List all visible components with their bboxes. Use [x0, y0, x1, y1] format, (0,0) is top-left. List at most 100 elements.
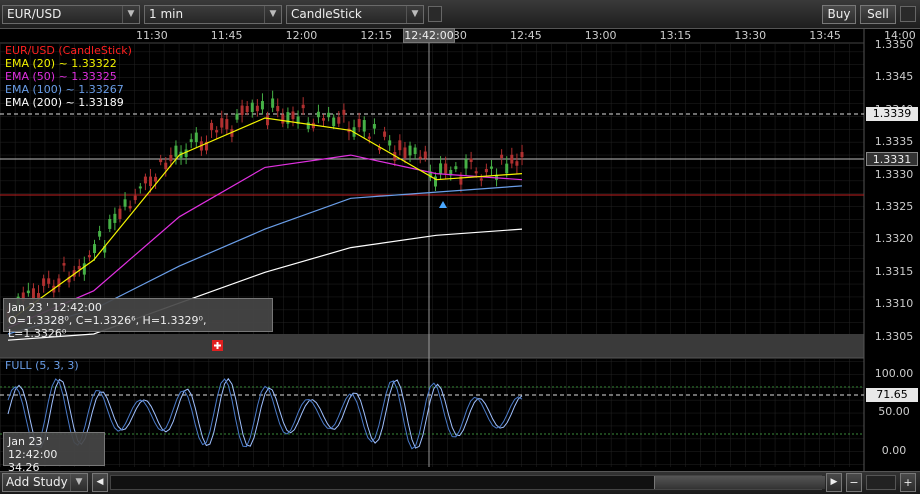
candle-body	[408, 145, 412, 156]
ohlc-tooltip: Jan 23 ' 12:42:00 O=1.3328⁰, C=1.3326⁶, …	[3, 298, 273, 340]
candle-body	[291, 111, 295, 120]
candle-body	[484, 168, 488, 173]
candle-body	[169, 154, 173, 162]
candle-body	[77, 266, 81, 270]
osc-label-50: 50.00	[878, 405, 910, 418]
legend-ema100: EMA (100) ~ 1.33267	[5, 83, 124, 96]
current-price-box: 1.3339	[866, 107, 918, 121]
candle-body	[489, 166, 493, 169]
candle-body	[225, 119, 229, 130]
candle-body	[62, 263, 66, 266]
candle-body	[306, 122, 310, 129]
candle-body	[322, 118, 326, 121]
candle-body	[159, 159, 163, 163]
osc-tooltip: Jan 23 ' 12:42:00 34.26	[3, 432, 105, 474]
candle-body	[510, 154, 514, 164]
candle-body	[383, 131, 387, 137]
candle-body	[474, 171, 478, 174]
osc-label-100: 100.00	[874, 367, 914, 380]
time-label: 13:00	[584, 29, 617, 42]
candle-body	[520, 152, 524, 158]
add-study-label: Add Study	[6, 475, 68, 489]
legend-ema50: EMA (50) ~ 1.33325	[5, 70, 117, 83]
candle-body	[108, 219, 112, 229]
zoom-in-button[interactable]: +	[900, 473, 916, 492]
candle-body	[113, 213, 117, 223]
time-label: 13:45	[809, 29, 841, 42]
osc-tooltip-date: Jan 23 ' 12:42:00	[8, 435, 58, 461]
candle-body	[454, 166, 458, 170]
candle-body	[143, 176, 147, 184]
candle-body	[479, 178, 483, 181]
legend-ema20: EMA (20) ~ 1.33322	[5, 57, 117, 70]
candle-body	[250, 102, 254, 112]
price-label: 1.3330	[874, 167, 914, 181]
candle-body	[164, 162, 168, 170]
candle-body	[133, 195, 137, 201]
scroll-right-button[interactable]: ▶	[826, 473, 842, 492]
candle-body	[260, 101, 264, 110]
candle-body	[271, 98, 275, 108]
candle-body	[220, 118, 224, 128]
legend-ema200: EMA (200) ~ 1.33189	[5, 96, 124, 109]
time-label: 11:45	[210, 29, 243, 42]
price-label: 1.3335	[874, 135, 914, 149]
candle-body	[240, 105, 244, 115]
time-label: 11:30	[136, 29, 168, 42]
candle-body	[47, 278, 51, 284]
price-label: 1.3310	[874, 297, 914, 311]
candle-body	[398, 140, 402, 151]
price-label: 1.3345	[874, 70, 914, 84]
time-label: 12:15	[360, 29, 393, 42]
candle-body	[327, 112, 331, 118]
scroll-left-button[interactable]: ◀	[92, 473, 108, 492]
candle-body	[342, 109, 346, 115]
candle-body	[93, 244, 97, 254]
time-label: 13:30	[734, 29, 767, 42]
zoom-slider[interactable]	[866, 475, 896, 490]
main-grid	[0, 44, 864, 334]
candle-body	[388, 140, 392, 146]
tooltip-date: Jan 23 ' 12:42:00	[8, 301, 102, 314]
candle-body	[281, 114, 285, 124]
price-chart[interactable]	[0, 0, 920, 471]
candle-body	[128, 205, 132, 209]
oscillator-grid	[0, 359, 864, 467]
legend-symbol: EUR/USD (CandleStick)	[5, 44, 132, 57]
candle-body	[444, 163, 448, 174]
add-study-button[interactable]: Add Study ▼	[2, 473, 88, 492]
candle-body	[98, 231, 102, 237]
time-label: 12:00	[285, 29, 318, 42]
candle-body	[505, 163, 509, 174]
candle-body	[215, 130, 219, 133]
candle-body	[316, 111, 320, 118]
candle-body	[276, 106, 280, 112]
candle-body	[266, 115, 270, 126]
candle-body	[439, 163, 443, 175]
candle-body	[413, 147, 417, 155]
tooltip-ohlc: O=1.3328⁰, C=1.3326⁶, H=1.3329⁰, L=1.332…	[8, 314, 207, 340]
candle-body	[403, 147, 407, 159]
candle-body	[332, 117, 336, 127]
candle-body	[235, 113, 239, 120]
candle-body	[82, 263, 86, 275]
candle-body	[372, 124, 376, 129]
price-label: 1.3320	[874, 232, 914, 246]
candle-body	[123, 199, 127, 207]
candle-body	[154, 176, 158, 182]
candle-body	[42, 278, 46, 286]
candle-body	[26, 290, 30, 294]
scrollbar-track[interactable]	[110, 475, 825, 490]
candle-body	[362, 120, 366, 132]
candle-body	[148, 176, 152, 186]
candle-body	[301, 104, 305, 109]
time-label: 13:15	[659, 29, 692, 42]
price-label: 1.3315	[874, 264, 914, 278]
chevron-down-icon: ▼	[70, 474, 87, 491]
candle-body	[194, 132, 198, 143]
scrollbar-thumb[interactable]	[654, 476, 825, 489]
price-label: 1.3325	[874, 200, 914, 213]
zoom-out-button[interactable]: −	[846, 473, 862, 492]
candle-body	[138, 186, 142, 189]
candle-body	[469, 158, 473, 162]
